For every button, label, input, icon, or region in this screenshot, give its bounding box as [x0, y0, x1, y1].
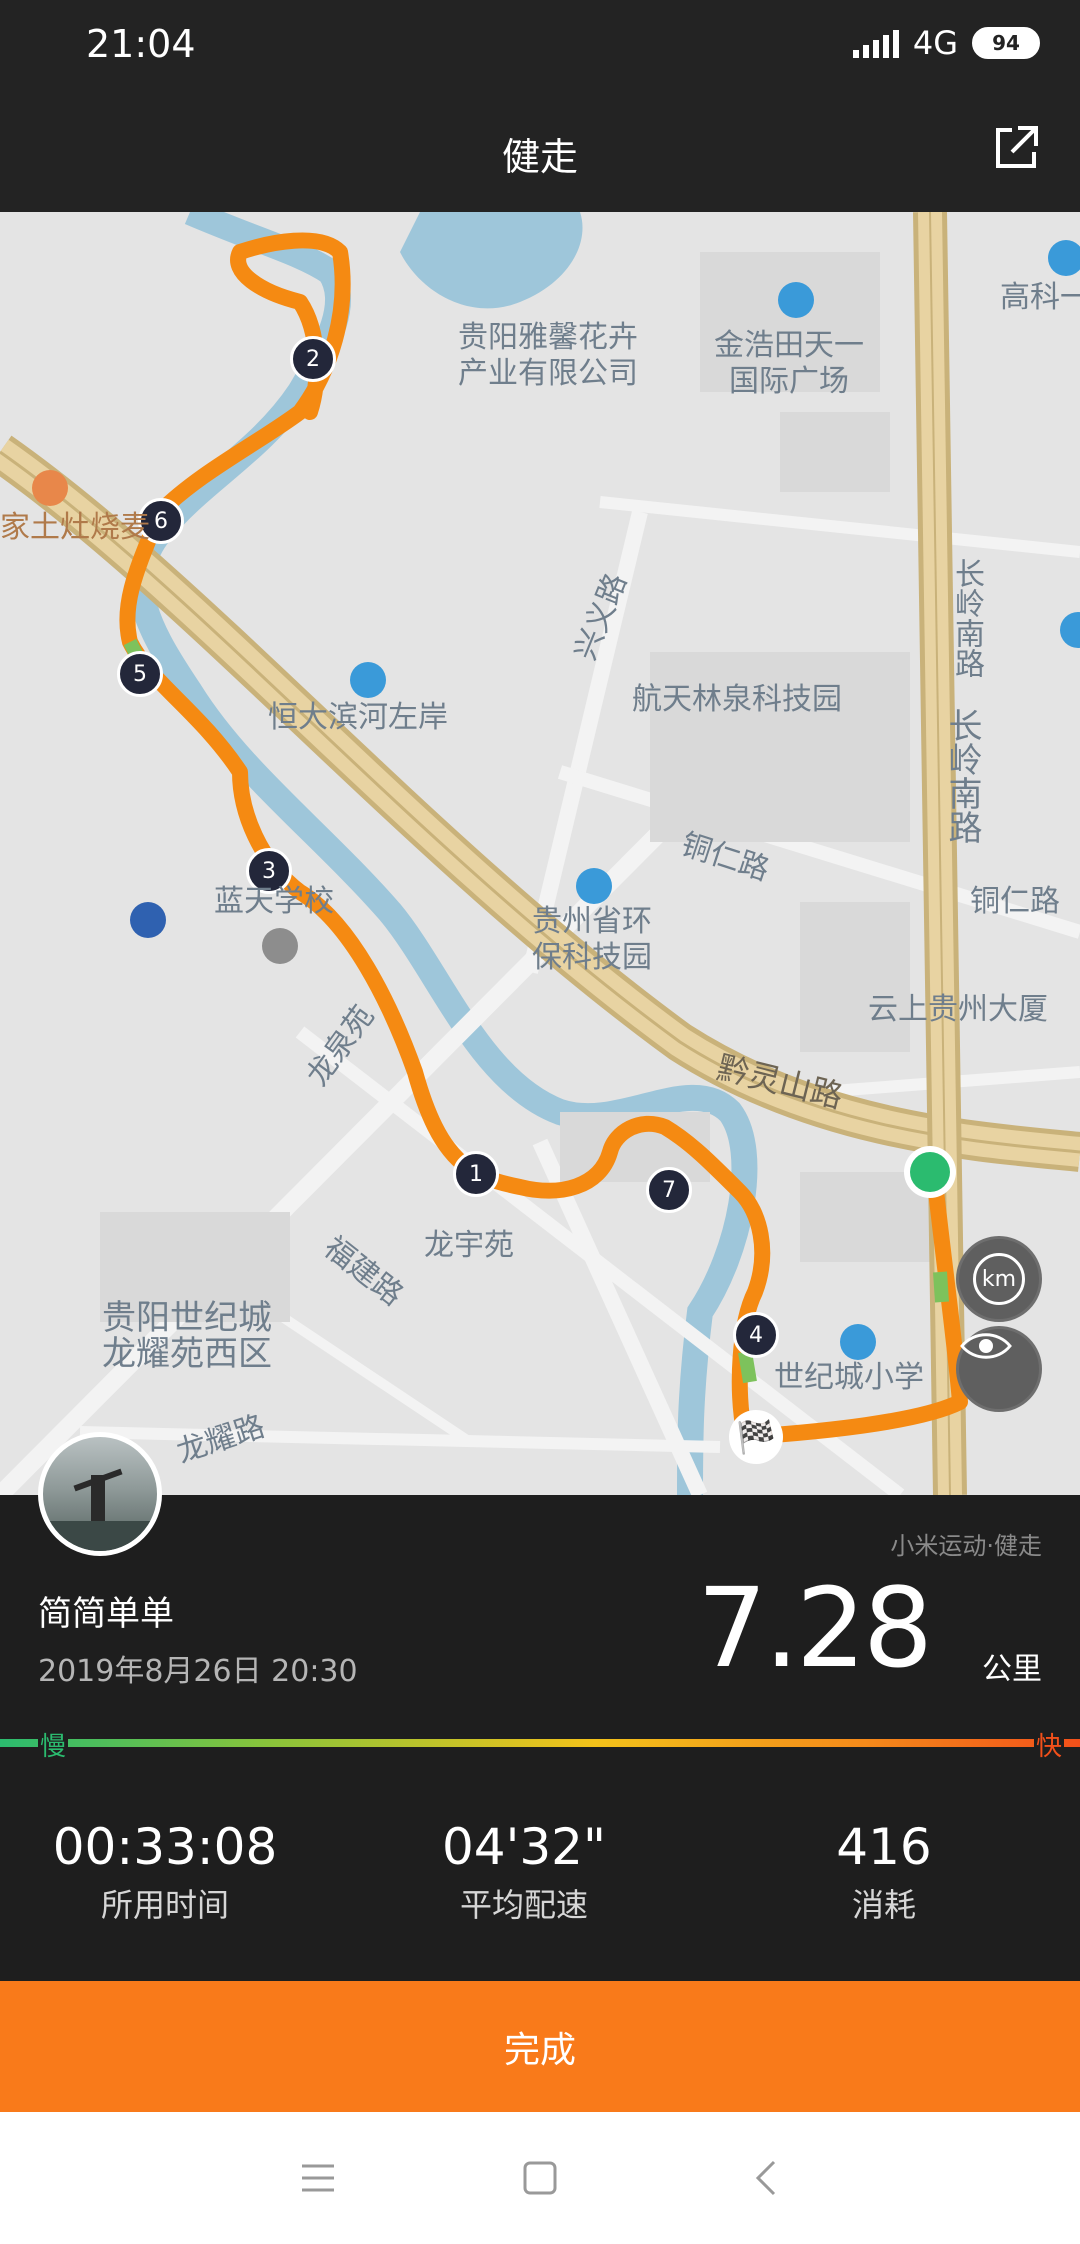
map-label-hengda: 恒大滨河左岸 [268, 700, 448, 735]
stat-label: 平均配速 [459, 1886, 588, 1924]
building-icon [778, 282, 814, 318]
map-label-huanbao: 贵州省环 保科技园 [532, 904, 652, 975]
route-map[interactable]: 1 2 3 4 5 6 7 🏁 贵阳雅馨花卉 产业有限公司 金浩田天一 国际广场… [0, 212, 1080, 1495]
km-marker-1: 1 [453, 1151, 499, 1197]
stat-value: 04'32" [442, 1818, 606, 1876]
stat-label: 所用时间 [100, 1886, 229, 1924]
km-marker-7: 7 [646, 1167, 692, 1213]
signal-icon [852, 28, 899, 58]
stat-duration: 00:33:08 所用时间 [15, 1815, 315, 1931]
km-toggle-button[interactable]: km [956, 1236, 1042, 1322]
fast-label: 快 [1033, 1726, 1064, 1763]
share-icon[interactable] [990, 122, 1042, 174]
map-label-gaoke: 高科一 [1000, 280, 1080, 315]
map-label-hangtian: 航天林泉科技园 [632, 682, 842, 717]
back-icon[interactable] [748, 2158, 788, 2198]
avatar[interactable] [38, 1432, 162, 1556]
distance-unit: 公里 [982, 1652, 1042, 1687]
network-type: 4G [912, 24, 958, 62]
stat-label: 消耗 [851, 1886, 916, 1924]
pace-gradient-bar [0, 1739, 1080, 1747]
building-icon [1048, 240, 1080, 276]
km-label: km [973, 1253, 1025, 1305]
map-label-lantian: 蓝天学校 [214, 884, 334, 919]
map-label-longyu: 龙宇苑 [424, 1228, 514, 1263]
restaurant-icon [32, 470, 68, 506]
user-name: 简简单单 [38, 1594, 174, 1634]
building-icon [350, 662, 386, 698]
km-marker-4: 4 [733, 1312, 779, 1358]
map-label-company: 贵阳雅馨花卉 产业有限公司 [458, 320, 638, 391]
status-time: 21:04 [86, 22, 196, 66]
map-label-shijicheng: 贵阳世纪城 龙耀苑西区 [102, 1298, 272, 1374]
car-icon [262, 928, 298, 964]
km-marker-5: 5 [117, 651, 163, 697]
map-label-school: 世纪城小学 [774, 1360, 924, 1395]
store-icon [130, 902, 166, 938]
finish-button[interactable]: 完成 [0, 1981, 1080, 2112]
stat-value: 416 [836, 1818, 932, 1876]
map-label-jinhao: 金浩田天一 国际广场 [714, 328, 864, 399]
workout-datetime: 2019年8月26日 20:30 [38, 1654, 358, 1689]
eye-icon [960, 1333, 1012, 1359]
finish-flag-icon: 🏁 [729, 1410, 783, 1464]
status-icons: 4G 94 [852, 24, 1040, 62]
slow-label: 慢 [38, 1726, 69, 1763]
map-label-tongren2: 铜仁路 [970, 884, 1060, 919]
battery-icon: 94 [972, 27, 1040, 59]
system-nav-bar [0, 2112, 1080, 2244]
page-title: 健走 [501, 135, 578, 179]
map-label-bbq: 家土灶烧麦 [0, 510, 150, 545]
stat-calories: 416 消耗 [734, 1815, 1034, 1931]
visibility-toggle-button[interactable] [956, 1326, 1042, 1412]
title-bar: 健走 [0, 92, 1080, 212]
distance-value: 7.28 [697, 1564, 933, 1692]
building-icon [576, 868, 612, 904]
map-label-yunshang: 云上贵州大厦 [868, 992, 1048, 1027]
menu-icon[interactable] [298, 2158, 338, 2198]
map-label-changling1: 长岭南路 [949, 558, 984, 678]
home-icon[interactable] [520, 2158, 560, 2198]
workout-source: 小米运动·健走 [890, 1532, 1042, 1560]
map-label-changling2: 长岭南路 [942, 708, 982, 844]
stat-value: 00:33:08 [52, 1818, 278, 1876]
status-bar: 21:04 4G 94 [0, 0, 1080, 92]
stat-pace: 04'32" 平均配速 [374, 1815, 674, 1931]
school-icon [840, 1324, 876, 1360]
km-marker-2: 2 [290, 336, 336, 382]
